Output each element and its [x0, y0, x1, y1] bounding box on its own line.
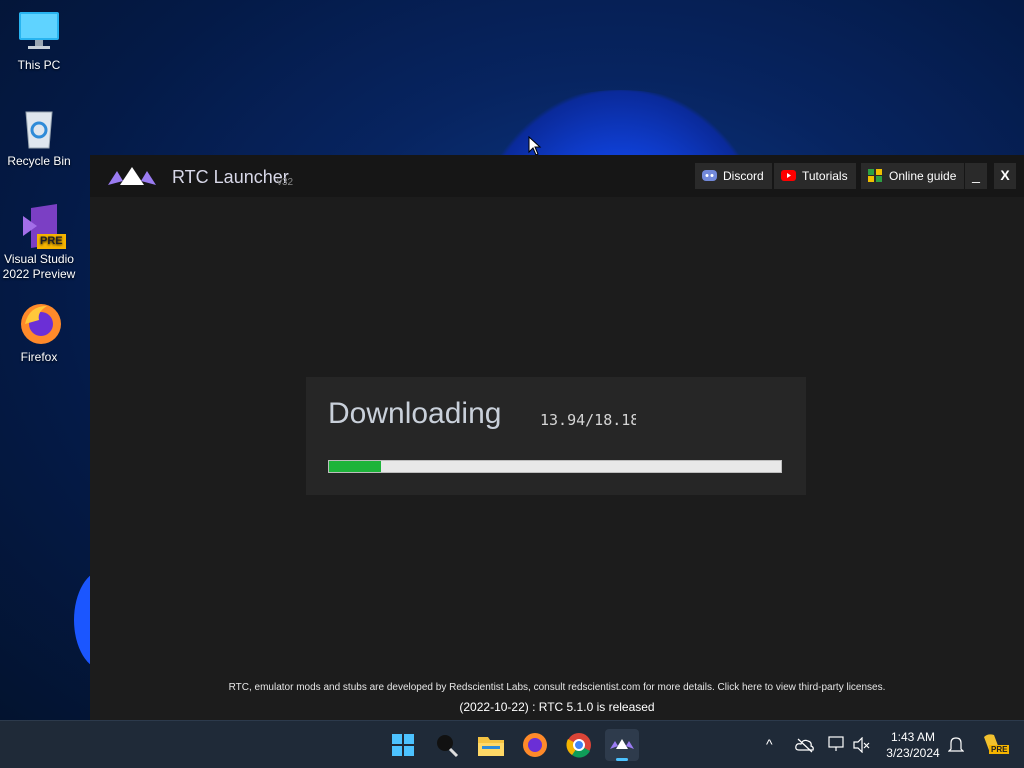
- download-progress-fill: [329, 461, 381, 472]
- minimize-button[interactable]: _: [965, 163, 987, 189]
- copilot-preview-button[interactable]: PRE: [980, 733, 1010, 757]
- tutorials-button[interactable]: Tutorials: [774, 163, 856, 189]
- online-guide-label: Online guide: [889, 169, 957, 183]
- chrome-icon: [566, 733, 591, 758]
- network-icon[interactable]: [827, 736, 845, 752]
- file-explorer-icon: [478, 737, 504, 756]
- download-title: Downloading: [328, 397, 502, 430]
- rtc-launcher-icon: [610, 739, 634, 749]
- rtc-launcher-window: RTC Launcher v32 Discord Tutorials Onlin…: [90, 155, 1024, 720]
- mouse-cursor-icon: [528, 136, 542, 156]
- tutorials-label: Tutorials: [802, 169, 848, 183]
- desktop-icon-recycle-bin[interactable]: Recycle Bin: [0, 106, 78, 169]
- clock-date[interactable]: 3/23/2024: [882, 746, 944, 760]
- taskbar: ^ 1:43 AM 3/23/2024 PRE: [0, 720, 1024, 768]
- download-progress-bar: [328, 460, 782, 473]
- firefox-taskbar-button[interactable]: [518, 729, 552, 761]
- file-explorer-button[interactable]: [474, 729, 508, 761]
- version-label: v32: [277, 177, 294, 188]
- desktop-icon-label: Firefox: [20, 350, 58, 364]
- desktop-icon-label: This PC: [17, 58, 61, 72]
- volume-icon[interactable]: [853, 737, 871, 753]
- desktop-icon-this-pc[interactable]: This PC: [0, 10, 78, 73]
- clock-time[interactable]: 1:43 AM: [882, 730, 944, 744]
- desktop-icon-label: Recycle Bin: [7, 154, 71, 168]
- download-count: 13.94/18.18: [540, 411, 636, 429]
- discord-button[interactable]: Discord: [695, 163, 772, 189]
- firefox-icon: [17, 302, 61, 346]
- close-button[interactable]: X: [994, 163, 1016, 189]
- chrome-taskbar-button[interactable]: [562, 729, 596, 761]
- guide-grid-icon: [868, 169, 882, 182]
- monitor-icon: [17, 10, 61, 54]
- discord-icon: [702, 170, 717, 181]
- notification-bell-icon[interactable]: [948, 736, 964, 754]
- search-button[interactable]: [430, 729, 464, 761]
- credits-link[interactable]: RTC, emulator mods and stubs are develop…: [90, 682, 1024, 693]
- release-note[interactable]: (2022-10-22) : RTC 5.1.0 is released: [90, 700, 1024, 714]
- search-icon: [437, 735, 459, 758]
- online-guide-button[interactable]: Online guide: [861, 163, 965, 189]
- youtube-icon: [781, 170, 796, 181]
- visual-studio-icon: PRE: [17, 204, 66, 249]
- cloud-off-icon[interactable]: [795, 737, 815, 753]
- firefox-icon: [523, 733, 547, 757]
- start-icon: [392, 734, 414, 756]
- chevron-up-icon[interactable]: ^: [766, 736, 773, 752]
- rtc-logo-icon: [108, 167, 156, 185]
- rtc-launcher-taskbar-button[interactable]: [605, 729, 639, 761]
- active-indicator: [616, 758, 628, 761]
- start-button[interactable]: [386, 729, 420, 761]
- download-panel: Downloading 13.94/18.18: [306, 377, 806, 495]
- desktop-icon-firefox[interactable]: Firefox: [0, 302, 78, 365]
- pre-badge: PRE: [37, 234, 66, 249]
- recycle-bin-icon: [17, 106, 61, 150]
- desktop-icon-visual-studio[interactable]: PRE Visual Studio 2022 Preview: [0, 204, 78, 282]
- window-title: RTC Launcher: [172, 167, 289, 187]
- pre-badge: PRE: [989, 745, 1010, 754]
- desktop-icon-label: Visual Studio 2022 Preview: [2, 252, 76, 281]
- discord-label: Discord: [723, 169, 764, 183]
- title-bar[interactable]: RTC Launcher v32 Discord Tutorials Onlin…: [90, 155, 1024, 197]
